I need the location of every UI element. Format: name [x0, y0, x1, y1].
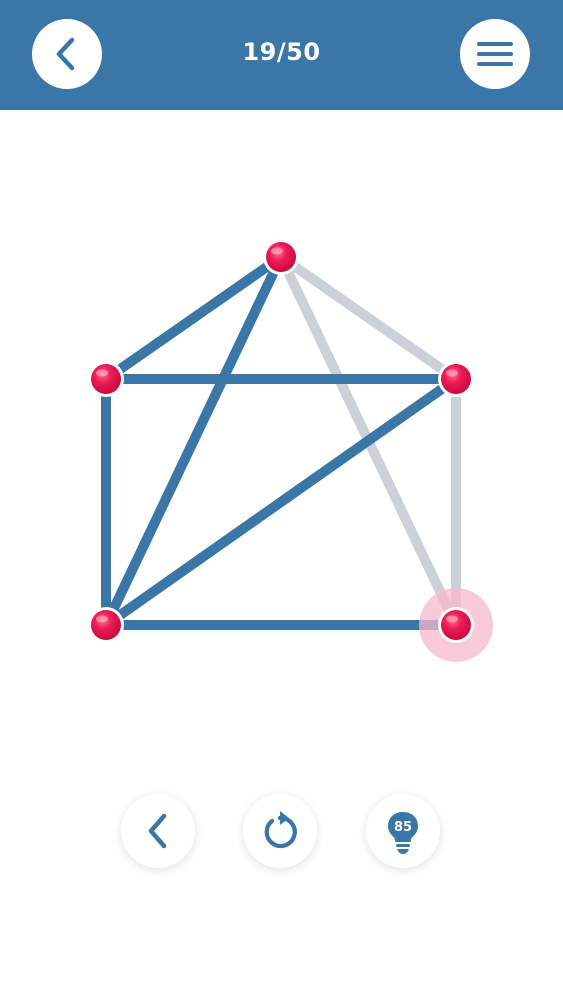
menu-button[interactable] — [460, 19, 530, 89]
restart-icon — [264, 811, 297, 849]
node-shine-bottom-left — [96, 615, 108, 623]
game-screen: 19/50 85 — [0, 0, 563, 1000]
node-shine-left-mid — [96, 369, 108, 377]
puzzle-board[interactable] — [0, 110, 563, 750]
edge-right-mid-bottom-left-drawn — [103, 374, 459, 630]
node-left-mid[interactable] — [91, 364, 121, 394]
chevron-left-icon — [148, 813, 167, 849]
undo-button[interactable] — [121, 794, 195, 868]
node-bottom-right[interactable] — [441, 610, 471, 640]
node-shine-bottom-right — [446, 615, 458, 623]
node-top[interactable] — [266, 242, 296, 272]
top-bar: 19/50 — [0, 0, 563, 110]
node-shine-right-mid — [446, 369, 458, 377]
lightbulb-icon: 85 — [388, 812, 418, 854]
node-right-mid[interactable] — [441, 364, 471, 394]
node-bottom-left[interactable] — [91, 610, 121, 640]
restart-button[interactable] — [243, 794, 317, 868]
hint-count: 85 — [394, 820, 412, 835]
edges-layer — [101, 252, 461, 630]
node-shine-top — [271, 247, 283, 255]
hamburger-menu-icon — [477, 42, 513, 66]
hint-button[interactable]: 85 — [366, 794, 440, 868]
